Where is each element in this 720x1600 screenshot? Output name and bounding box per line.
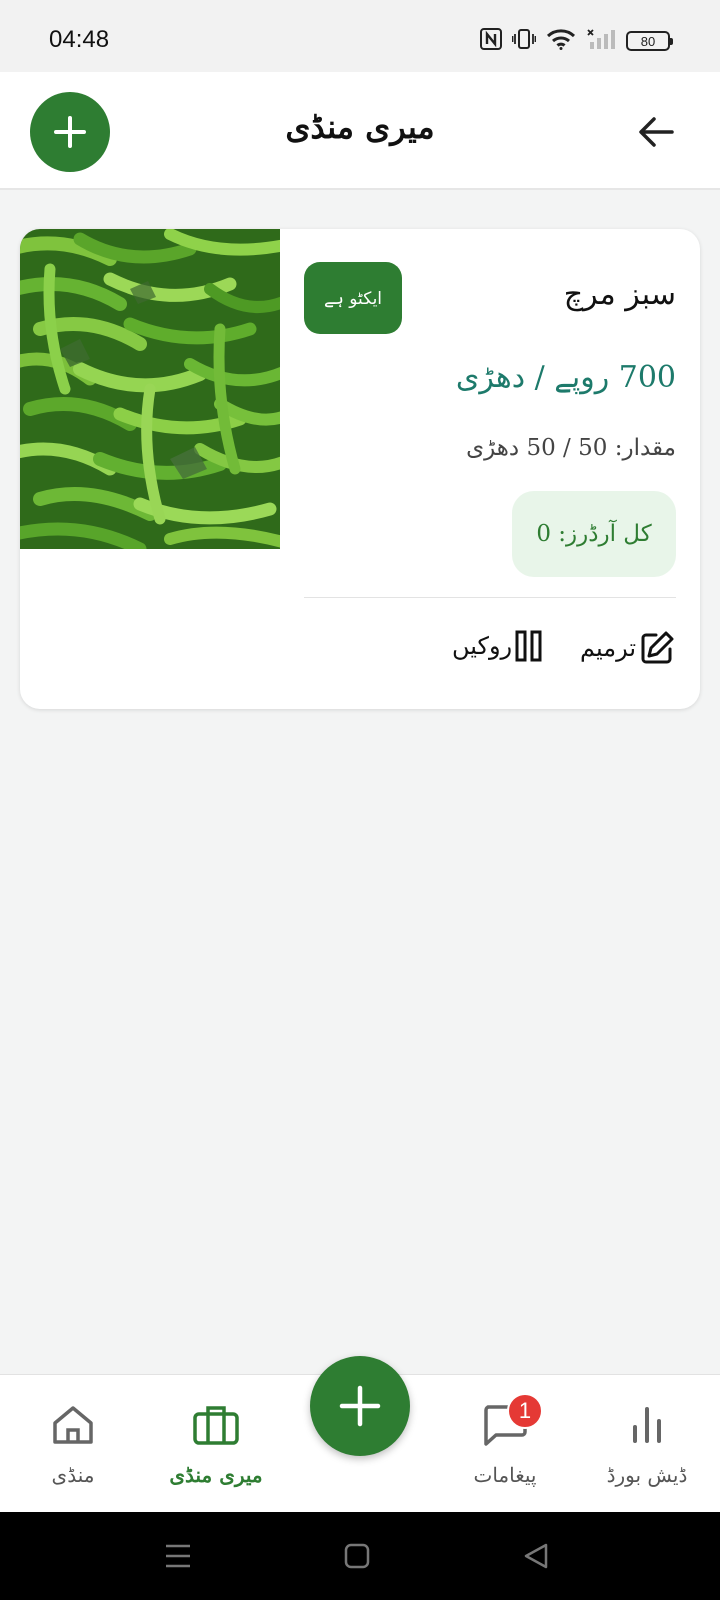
nav-label-mandi: منڈی [51,1463,95,1487]
nav-item-mandi[interactable]: منڈی [28,1375,118,1513]
vibrate-icon [511,28,537,54]
pause-label: روکیں [452,632,513,660]
edit-icon [641,631,674,664]
edit-button[interactable]: ترمیم [580,629,676,667]
edit-label: ترمیم [580,634,636,662]
center-add-button[interactable] [310,1356,410,1456]
bar-chart-icon [623,1401,671,1449]
square-icon [344,1543,370,1569]
back-button[interactable] [636,112,676,152]
pause-icon [515,630,542,662]
battery-icon: 80 [626,31,673,51]
signal-icon [586,28,616,54]
arrow-left-icon [639,117,674,147]
system-nav-bar [0,1512,720,1600]
home-icon [49,1401,97,1449]
card-divider [304,597,676,598]
messages-badge: 1 [507,1393,543,1429]
nav-item-messages[interactable]: 1 پیغامات [460,1375,550,1513]
recents-button[interactable] [162,1540,194,1572]
status-icons: 80 [480,28,673,54]
briefcase-icon [192,1401,240,1449]
nfc-icon [480,28,502,54]
nav-label-my-mandi: میری منڈی [169,1463,263,1487]
status-badge[interactable]: ایکٹو ہے [304,262,402,334]
status-bar: 04:48 80 [0,0,720,72]
nav-item-dashboard[interactable]: ڈیش بورڈ [592,1375,702,1513]
triangle-back-icon [524,1543,548,1569]
product-image [20,229,280,549]
chat-icon: 1 [481,1393,543,1449]
nav-label-messages: پیغامات [473,1463,537,1487]
nav-item-my-mandi[interactable]: میری منڈی [156,1375,276,1513]
listing-card[interactable]: سبز مرچ ایکٹو ہے 700 روپے / دھڑی مقدار: … [20,229,700,709]
menu-icon [166,1544,190,1568]
page-title: میری منڈی [285,108,435,146]
status-time: 04:48 [49,26,110,53]
total-orders: کل آرڈرز: 0 [512,491,676,577]
app-bar: میری منڈی [0,72,720,190]
home-button[interactable] [341,1540,373,1572]
nav-label-dashboard: ڈیش بورڈ [606,1463,688,1487]
product-name: سبز مرچ [563,277,676,312]
system-back-button[interactable] [520,1540,552,1572]
plus-icon [339,1385,381,1427]
product-quantity: مقدار: 50 / 50 دھڑی [466,435,676,461]
wifi-icon [546,28,576,54]
product-price: 700 روپے / دھڑی [455,360,676,395]
pause-button[interactable]: روکیں [452,629,544,663]
